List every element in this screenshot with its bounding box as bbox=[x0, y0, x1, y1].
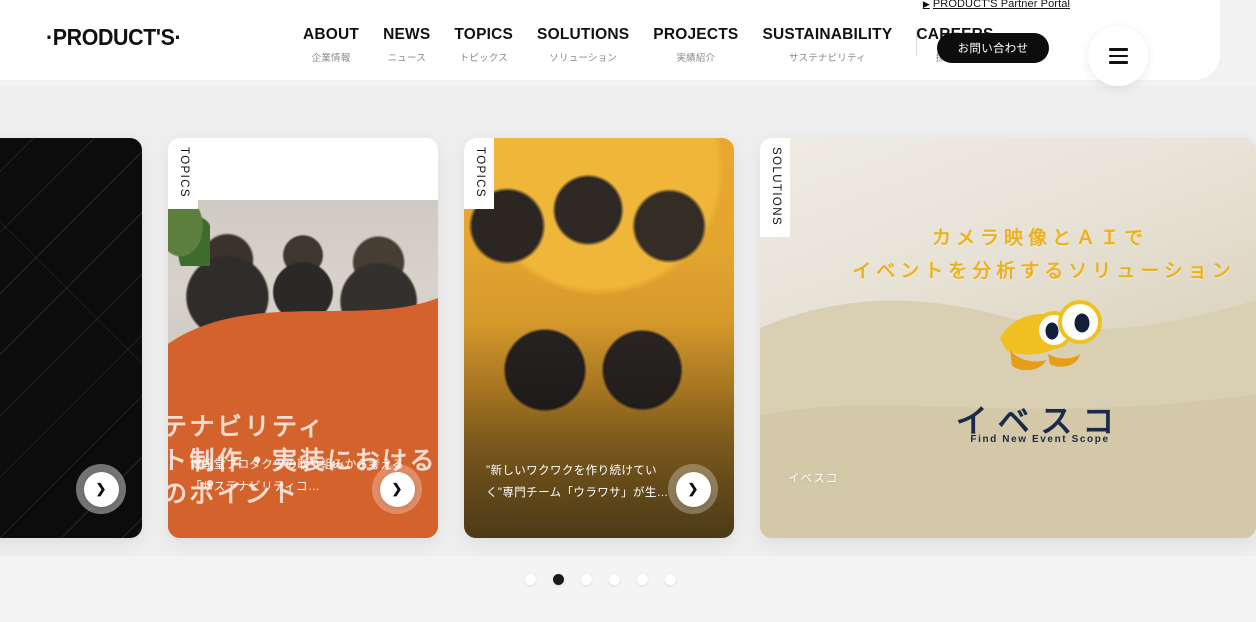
hero-carousel: ❯ TOPICS テナビリティ ト制作・実装における のポイント 博報堂プロダク… bbox=[0, 138, 1256, 538]
nav-label-en: SUSTAINABILITY bbox=[762, 26, 893, 43]
card-next-arrow[interactable]: ❯ bbox=[76, 464, 126, 514]
nav-item-about[interactable]: ABOUT 企業情報 bbox=[303, 26, 371, 64]
card-category-tag-solutions: SOLUTIONS bbox=[760, 138, 790, 238]
hamburger-icon bbox=[1108, 48, 1128, 64]
nav-label-ja: ニュース bbox=[387, 52, 426, 64]
nav-label-en: PROJECTS bbox=[653, 26, 739, 43]
ibesuko-mascot-icon bbox=[1000, 300, 1102, 371]
nav-item-sustainability[interactable]: SUSTAINABILITY サステナビリティ bbox=[750, 26, 904, 64]
carousel-card-dark[interactable]: ❯ bbox=[0, 138, 142, 538]
carousel-card-topics-urawasa[interactable]: TOPICS "新しいワクワクを作り続けてい く"専門チーム「ウラワサ」が生… … bbox=[464, 138, 734, 538]
solution-headline-line-2: イベントを分析するソリューション bbox=[852, 261, 1236, 283]
pagination-dot-3[interactable] bbox=[580, 574, 592, 585]
nav-item-news[interactable]: NEWS ニュース bbox=[371, 26, 442, 64]
contact-button[interactable]: お問い合わせ bbox=[937, 33, 1049, 63]
card-caption: イベスコ bbox=[788, 473, 839, 485]
nav-label-ja: 企業情報 bbox=[311, 52, 351, 64]
solution-headline: カメラ映像とＡＩで イベントを分析するソリューション bbox=[760, 222, 1256, 289]
play-triangle-icon: ▶ bbox=[922, 0, 930, 9]
chevron-right-icon: ❯ bbox=[675, 471, 711, 507]
pagination-dot-1[interactable] bbox=[524, 574, 536, 585]
pagination-dot-6[interactable] bbox=[664, 574, 676, 585]
nav-label-en: ABOUT bbox=[303, 26, 360, 43]
nav-label-en: SOLUTIONS bbox=[537, 26, 630, 43]
hamburger-menu-button[interactable] bbox=[1088, 26, 1148, 86]
solution-headline-line-1: カメラ映像とＡＩで bbox=[931, 228, 1148, 249]
nav-label-ja: サステナビリティ bbox=[789, 52, 866, 64]
pagination-dot-5[interactable] bbox=[636, 574, 648, 585]
plant-decoration bbox=[168, 200, 210, 266]
carousel-card-solutions-ibesuko[interactable]: SOLUTIONS カメラ映像とＡＩで イベントを分析するソリューション イベス… bbox=[760, 138, 1256, 538]
partner-portal-label: PRODUCT'S Partner Portal bbox=[932, 0, 1070, 10]
nav-label-ja: ソリューション bbox=[549, 52, 618, 64]
carousel-pagination bbox=[0, 574, 1200, 585]
card-next-arrow[interactable]: ❯ bbox=[372, 464, 422, 514]
nav-label-en: NEWS bbox=[383, 26, 431, 43]
main-navigation: ABOUT 企業情報 NEWS ニュース TOPICS トピックス SOLUTI… bbox=[303, 26, 1006, 64]
nav-label-ja: 実績紹介 bbox=[676, 52, 716, 64]
chevron-right-icon: ❯ bbox=[379, 471, 415, 507]
ibesuko-logo-tagline: Find New Event Scope bbox=[970, 434, 1110, 445]
nav-item-projects[interactable]: PROJECTS 実績紹介 bbox=[641, 26, 750, 64]
card-category-tag-topics: TOPICS bbox=[168, 138, 198, 210]
nav-label-en: TOPICS bbox=[454, 26, 514, 43]
card-next-arrow[interactable]: ❯ bbox=[668, 464, 718, 514]
site-header: ·PRODUCT'S· ABOUT 企業情報 NEWS ニュース TOPICS … bbox=[0, 0, 1220, 80]
page-root: ▶ PRODUCT'S Partner Portal ·PRODUCT'S· A… bbox=[0, 0, 1256, 622]
card-title-line-1: テナビリティ bbox=[168, 412, 326, 441]
nav-item-topics[interactable]: TOPICS トピックス bbox=[442, 26, 525, 64]
pagination-dot-4[interactable] bbox=[608, 574, 620, 585]
site-logo[interactable]: ·PRODUCT'S· bbox=[46, 24, 182, 51]
chevron-right-icon: ❯ bbox=[83, 471, 119, 507]
partner-portal-link[interactable]: ▶ PRODUCT'S Partner Portal bbox=[923, 0, 1070, 10]
pagination-dot-2[interactable] bbox=[552, 574, 564, 585]
header-divider bbox=[916, 28, 917, 56]
nav-label-ja: トピックス bbox=[459, 52, 508, 64]
card-category-tag-topics: TOPICS bbox=[464, 138, 494, 210]
carousel-card-topics-sustainability[interactable]: TOPICS テナビリティ ト制作・実装における のポイント 博報堂プロダクツの… bbox=[168, 138, 438, 538]
nav-item-solutions[interactable]: SOLUTIONS ソリューション bbox=[525, 26, 641, 64]
background-bottom-band bbox=[0, 556, 1256, 622]
